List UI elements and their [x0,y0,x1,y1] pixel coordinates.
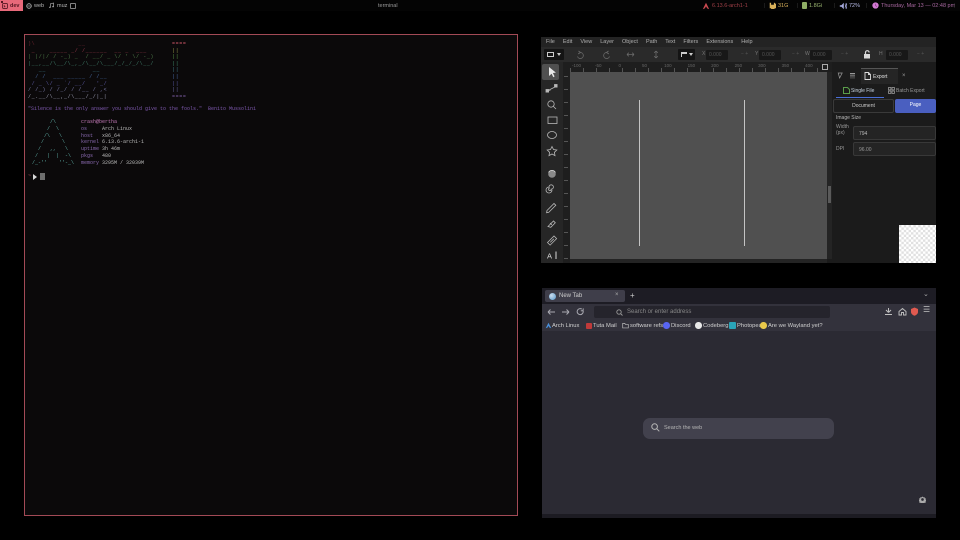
svg-text:A: A [547,252,552,261]
